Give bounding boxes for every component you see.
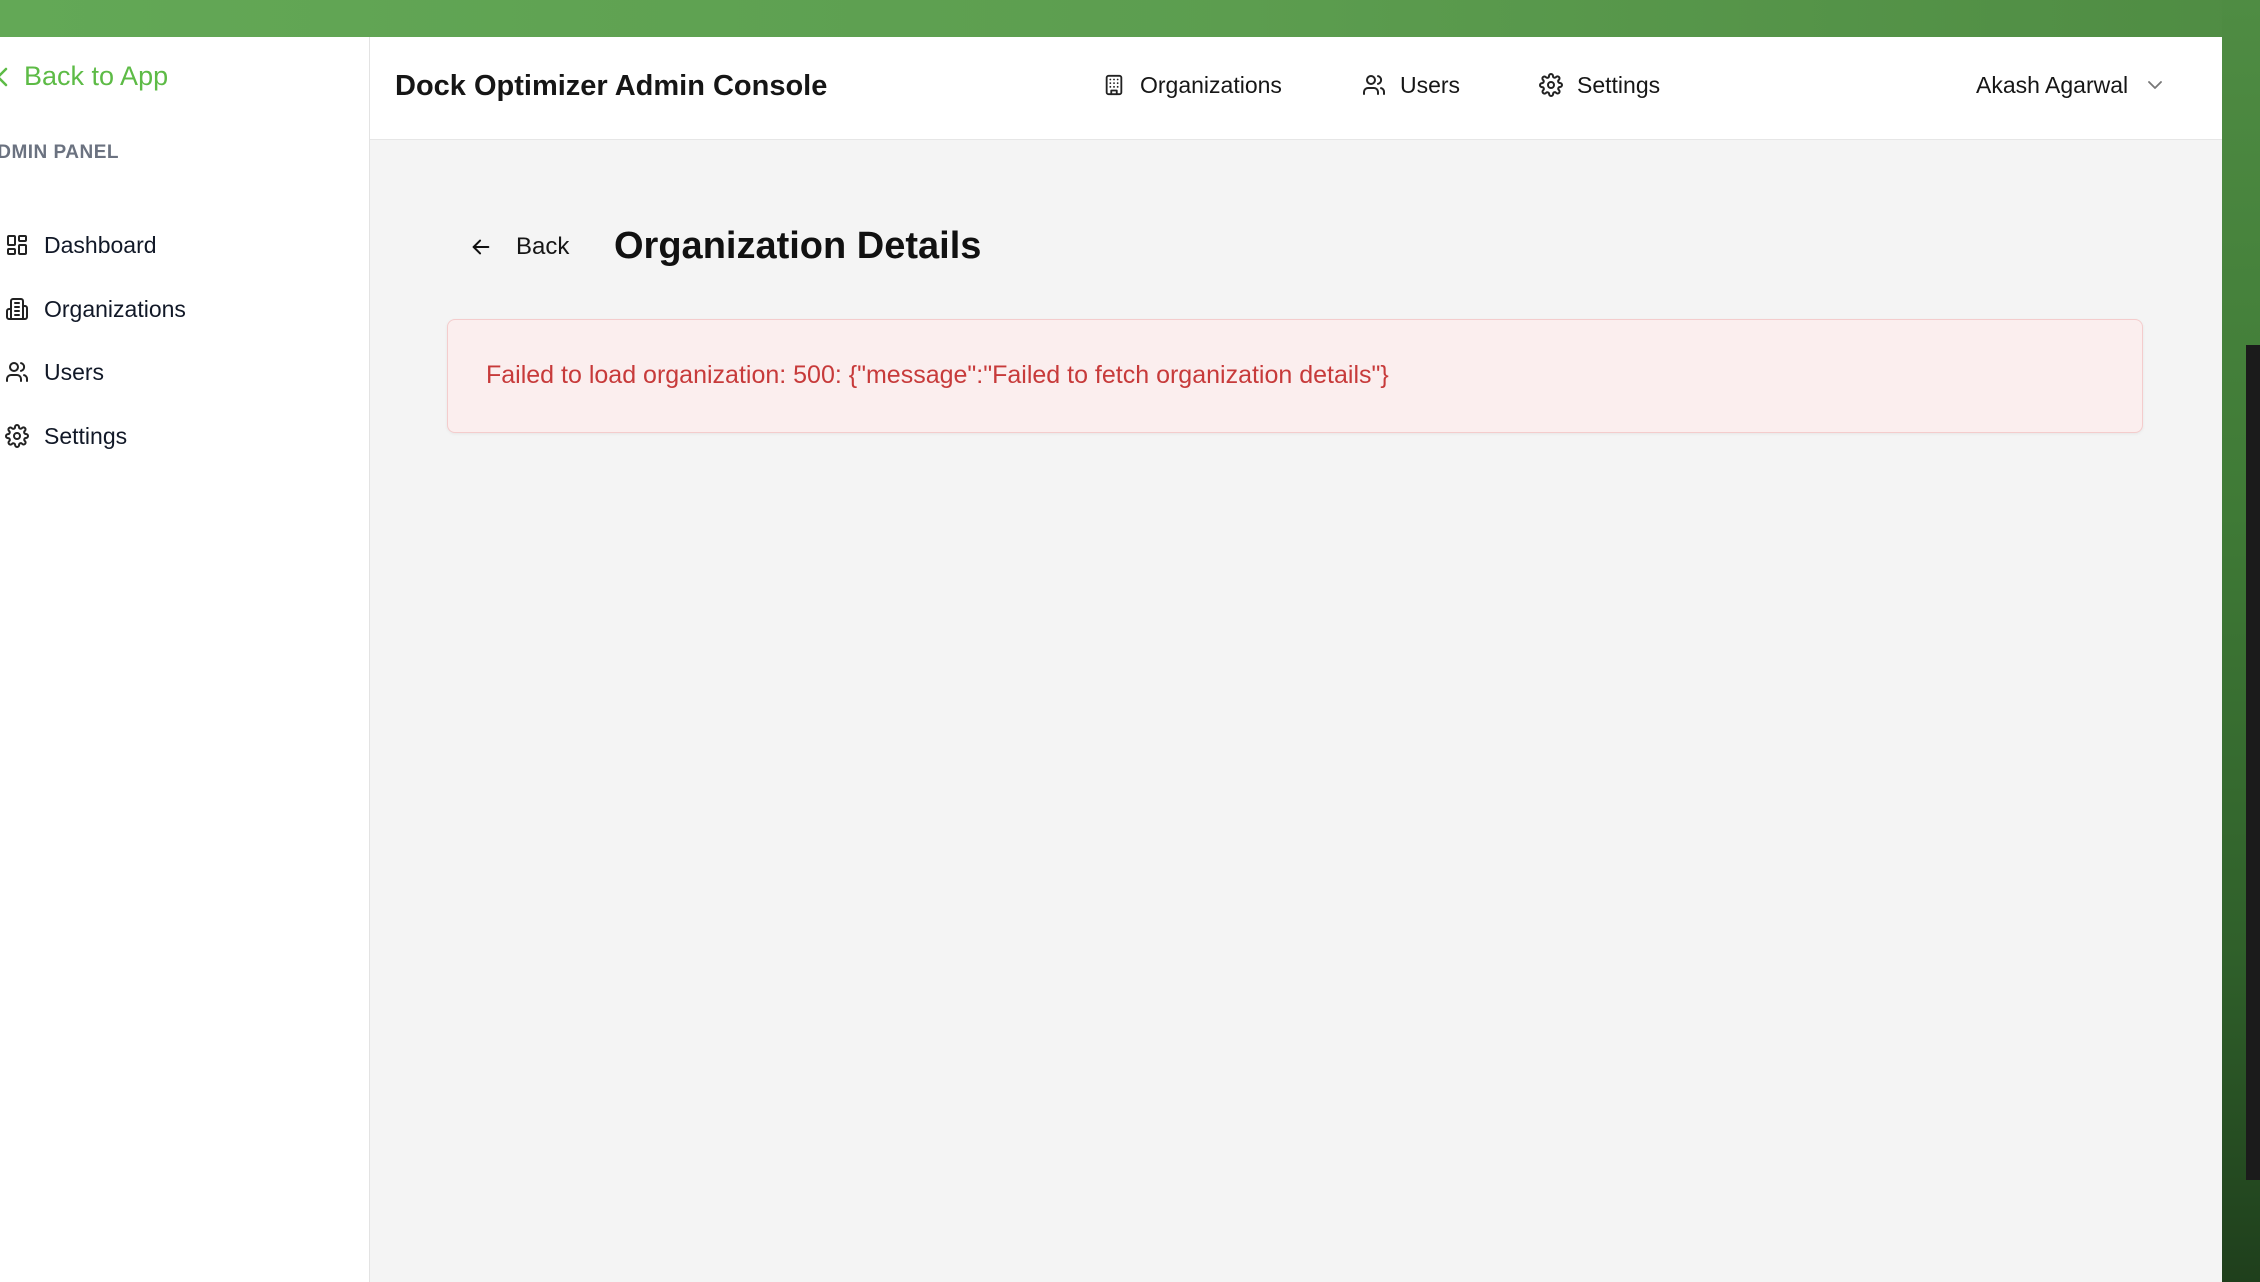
desktop-background-right (2222, 0, 2260, 1282)
users-icon (1361, 72, 1387, 98)
back-button[interactable]: Back (468, 225, 569, 269)
page-title: Organization Details (614, 225, 982, 267)
nav-settings-label: Settings (1577, 71, 1661, 98)
nav-organizations-label: Organizations (1140, 71, 1282, 98)
error-alert: Failed to load organization: 500: {"mess… (447, 319, 2143, 433)
error-message: Failed to load organization: 500: {"mess… (486, 361, 1389, 389)
gear-icon (3, 422, 31, 450)
building-icon (3, 295, 31, 323)
nav-organizations[interactable]: Organizations (1101, 67, 1282, 103)
chevron-down-icon (2148, 81, 2163, 89)
users-icon (3, 358, 31, 386)
sidebar-item-label: Dashboard (44, 231, 157, 258)
back-to-app-label: Back to App (24, 61, 169, 91)
back-button-label: Back (516, 233, 570, 260)
sidebar-item-users[interactable]: Users (0, 350, 369, 394)
sidebar: Back to App ADMIN PANEL Dashboard (0, 37, 370, 1282)
arrow-left-icon (468, 234, 494, 260)
dashboard-grid-icon (3, 231, 31, 259)
top-header: Dock Optimizer Admin Console Organizatio… (370, 37, 2222, 140)
user-menu[interactable]: Akash Agarwal (1976, 67, 2164, 103)
app-window: Back to App ADMIN PANEL Dashboard (0, 37, 2222, 1282)
back-to-app-link[interactable]: Back to App (0, 61, 168, 92)
nav-users[interactable]: Users (1361, 67, 1460, 103)
nav-settings[interactable]: Settings (1538, 67, 1660, 103)
sidebar-item-dashboard[interactable]: Dashboard (0, 223, 369, 267)
gear-icon (1538, 72, 1564, 98)
app-title: Dock Optimizer Admin Console (395, 70, 828, 102)
chevron-left-icon (0, 67, 8, 86)
desktop-background-top (0, 0, 2260, 37)
nav-users-label: Users (1400, 71, 1461, 98)
admin-panel-label: ADMIN PANEL (0, 142, 120, 163)
sidebar-item-label: Settings (44, 422, 128, 449)
sidebar-item-settings[interactable]: Settings (0, 414, 369, 458)
building-icon (1101, 72, 1127, 98)
sidebar-item-label: Organizations (44, 295, 186, 322)
sidebar-item-label: Users (44, 358, 105, 385)
user-name: Akash Agarwal (1976, 71, 2129, 98)
sidebar-item-organizations[interactable]: Organizations (0, 287, 369, 331)
